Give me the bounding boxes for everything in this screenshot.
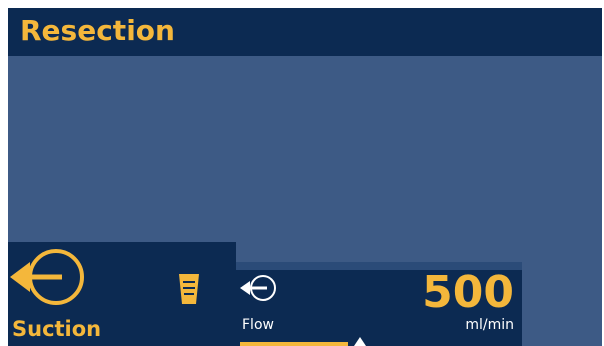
flow-tile[interactable]: 500 Flow ml/min: [236, 267, 522, 346]
mode-title: Resection: [20, 14, 175, 47]
suction-arrow-icon: [10, 249, 84, 305]
collection-cup-icon: [179, 274, 199, 304]
flow-arrow-icon: [240, 275, 276, 301]
flow-level-marker: [354, 337, 366, 346]
flow-value: 500: [422, 267, 514, 318]
flow-level-bar: [240, 342, 348, 346]
mode-header: Resection: [8, 8, 602, 56]
suction-tile[interactable]: Suction: [8, 242, 236, 346]
flow-label: Flow: [242, 317, 274, 333]
suction-label: Suction: [12, 317, 102, 341]
device-screen: Resection Suction 500 Flow ml/min: [8, 8, 602, 346]
flow-unit: ml/min: [465, 317, 514, 333]
